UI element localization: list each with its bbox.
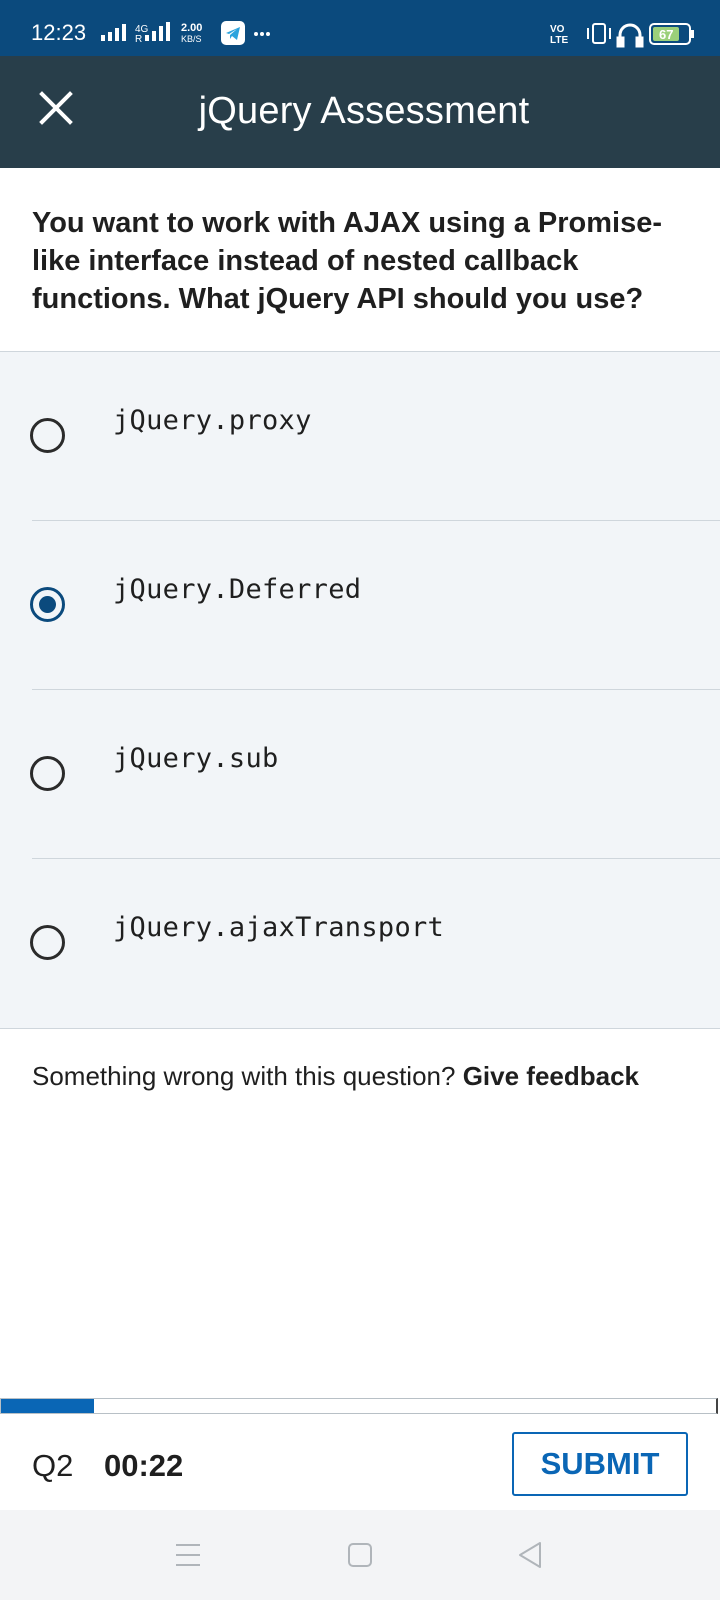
option-label: jQuery.sub	[113, 743, 279, 774]
option-label: jQuery.Deferred	[113, 574, 362, 605]
signal-icon-2	[145, 22, 170, 41]
submit-button[interactable]: SUBMIT	[512, 1432, 688, 1496]
page-title: jQuery Assessment	[198, 90, 530, 132]
nav-menu-button[interactable]	[168, 1535, 208, 1575]
telegram-icon	[221, 21, 245, 45]
radio-button[interactable]	[30, 587, 65, 622]
timer: 00:22	[104, 1448, 184, 1483]
option-4[interactable]: jQuery.ajaxTransport	[0, 859, 720, 1028]
nav-home-button[interactable]	[340, 1535, 380, 1575]
question-number: Q2	[32, 1448, 74, 1483]
more-icon	[254, 32, 270, 36]
give-feedback-link[interactable]: Give feedback	[463, 1061, 639, 1091]
option-1[interactable]: jQuery.proxy	[0, 352, 720, 521]
nav-back-button[interactable]	[510, 1535, 550, 1575]
volte-label: VO	[550, 24, 565, 35]
feedback-row: Something wrong with this question? Give…	[32, 1061, 639, 1092]
speed-unit: KB/S	[181, 34, 202, 44]
radio-button[interactable]	[30, 756, 65, 791]
back-triangle-icon	[519, 1542, 541, 1568]
option-label: jQuery.ajaxTransport	[113, 912, 445, 943]
home-square-icon	[348, 1543, 372, 1567]
option-3[interactable]: jQuery.sub	[0, 690, 720, 859]
option-2[interactable]: jQuery.Deferred	[0, 521, 720, 690]
option-label: jQuery.proxy	[113, 405, 312, 436]
progress-bar	[0, 1398, 718, 1414]
roaming-label: R	[135, 34, 142, 45]
system-nav-bar	[0, 1510, 720, 1600]
status-bar: 12:23 4G R 2.00 KB/S VO LTE 67	[0, 0, 720, 56]
radio-button[interactable]	[30, 925, 65, 960]
feedback-prompt: Something wrong with this question?	[32, 1061, 456, 1091]
answer-options: jQuery.proxy jQuery.Deferred jQuery.sub …	[0, 351, 720, 1029]
progress-fill	[1, 1399, 94, 1413]
radio-button[interactable]	[30, 418, 65, 453]
menu-icon	[176, 1544, 200, 1566]
status-left-icons: 4G R 2.00 KB/S	[101, 21, 270, 45]
battery-level: 67	[659, 27, 673, 42]
vibrate-icon	[587, 23, 611, 44]
signal-icon	[101, 24, 126, 41]
battery-icon: 67	[649, 23, 694, 45]
app-bar: jQuery Assessment	[0, 56, 720, 168]
status-time: 12:23	[31, 20, 87, 45]
speed-value: 2.00	[181, 22, 202, 34]
question-text: You want to work with AJAX using a Promi…	[32, 207, 663, 315]
headphones-icon	[616, 23, 644, 48]
status-right-icons: VO LTE 67	[550, 23, 694, 48]
svg-text:LTE: LTE	[550, 35, 568, 46]
